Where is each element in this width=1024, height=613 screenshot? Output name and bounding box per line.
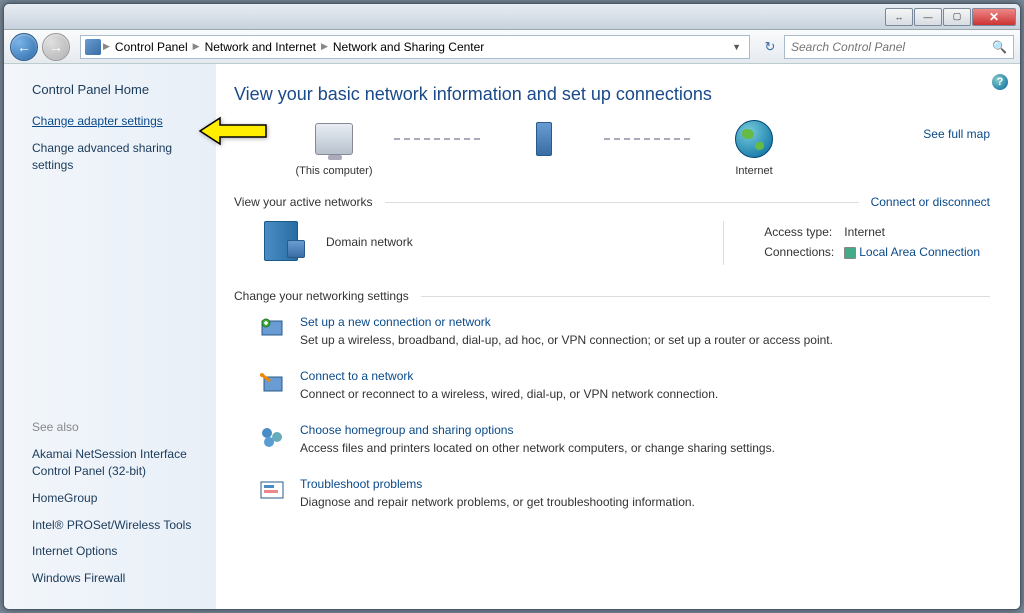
node-label: (This computer) (295, 165, 372, 177)
chevron-right-icon: ▶ (193, 41, 200, 52)
connection-line-icon (604, 138, 694, 140)
network-node-gateway[interactable] (484, 119, 604, 177)
network-map: (This computer) Internet See full map (274, 119, 990, 177)
content: Control Panel Home Change adapter settin… (4, 64, 1020, 609)
network-node-internet[interactable]: Internet (694, 119, 814, 177)
divider (421, 296, 990, 297)
control-panel-home-link[interactable]: Control Panel Home (32, 82, 204, 97)
breadcrumb-dropdown-icon[interactable]: ▼ (728, 42, 745, 52)
task-link[interactable]: Choose homegroup and sharing options (300, 423, 775, 437)
see-also-link[interactable]: Intel® PROSet/Wireless Tools (32, 517, 204, 534)
window: ↔ — ▢ ✕ ← → ▶ Control Panel ▶ Network an… (3, 3, 1021, 610)
access-type-label: Access type: (764, 223, 842, 241)
network-details: Access type: Internet Connections: Local… (762, 221, 990, 265)
section-label: Change your networking settings (234, 289, 409, 303)
section-change-settings: Change your networking settings (234, 289, 990, 303)
connect-disconnect-link[interactable]: Connect or disconnect (871, 195, 990, 209)
task-description: Diagnose and repair network problems, or… (300, 495, 695, 509)
breadcrumb[interactable]: ▶ Control Panel ▶ Network and Internet ▶… (80, 35, 750, 59)
task-homegroup[interactable]: Choose homegroup and sharing options Acc… (258, 423, 990, 455)
change-adapter-settings-link[interactable]: Change adapter settings (32, 113, 204, 130)
domain-network-icon (264, 221, 298, 261)
back-button[interactable]: ← (10, 33, 38, 61)
chevron-right-icon: ▶ (321, 41, 328, 52)
router-icon (536, 122, 552, 156)
breadcrumb-item[interactable]: Control Panel (112, 40, 191, 54)
task-link[interactable]: Set up a new connection or network (300, 315, 833, 329)
forward-button[interactable]: → (42, 33, 70, 61)
see-also-link[interactable]: Windows Firewall (32, 570, 204, 587)
connections-label: Connections: (764, 243, 842, 261)
titlebar: ↔ — ▢ ✕ (4, 4, 1020, 30)
task-link[interactable]: Troubleshoot problems (300, 477, 695, 491)
see-also-link[interactable]: HomeGroup (32, 490, 204, 507)
task-description: Access files and printers located on oth… (300, 441, 775, 455)
divider (723, 221, 724, 265)
control-panel-icon (85, 39, 101, 55)
breadcrumb-item[interactable]: Network and Sharing Center (330, 40, 487, 54)
task-link[interactable]: Connect to a network (300, 369, 718, 383)
sidebar: Control Panel Home Change adapter settin… (4, 64, 216, 609)
search-input[interactable] (791, 40, 992, 54)
see-also-label: See also (32, 420, 204, 434)
chevron-right-icon: ▶ (103, 41, 110, 52)
homegroup-icon (258, 423, 286, 451)
troubleshoot-icon (258, 477, 286, 505)
connection-line-icon (394, 138, 484, 140)
network-node-computer[interactable]: (This computer) (274, 119, 394, 177)
connection-link[interactable]: Local Area Connection (859, 245, 980, 259)
page-title: View your basic network information and … (234, 84, 990, 105)
help-icon[interactable]: ? (992, 74, 1008, 90)
close-button[interactable]: ✕ (972, 8, 1016, 26)
node-label (542, 165, 545, 177)
search-icon[interactable]: 🔍 (992, 40, 1007, 54)
globe-icon (735, 120, 773, 158)
see-also-link[interactable]: Akamai NetSession Interface Control Pane… (32, 446, 204, 480)
task-setup-connection[interactable]: Set up a new connection or network Set u… (258, 315, 990, 347)
see-also-link[interactable]: Internet Options (32, 543, 204, 560)
refresh-button[interactable]: ↻ (760, 37, 780, 57)
connect-network-icon (258, 369, 286, 397)
navbar: ← → ▶ Control Panel ▶ Network and Intern… (4, 30, 1020, 64)
network-name[interactable]: Domain network (326, 235, 685, 265)
active-network-row: Domain network Access type: Internet Con… (264, 221, 990, 265)
section-active-networks: View your active networks Connect or dis… (234, 195, 990, 209)
maximize-button[interactable]: ▢ (943, 8, 971, 26)
ethernet-icon (844, 247, 856, 259)
divider (385, 202, 859, 203)
section-label: View your active networks (234, 195, 373, 209)
breadcrumb-item[interactable]: Network and Internet (202, 40, 319, 54)
computer-icon (315, 123, 353, 155)
task-troubleshoot[interactable]: Troubleshoot problems Diagnose and repai… (258, 477, 990, 509)
minimize-button[interactable]: — (914, 8, 942, 26)
see-full-map-link[interactable]: See full map (923, 127, 990, 141)
task-connect-network[interactable]: Connect to a network Connect or reconnec… (258, 369, 990, 401)
setup-connection-icon (258, 315, 286, 343)
node-label: Internet (735, 165, 772, 177)
titlebar-unknown-button[interactable]: ↔ (885, 8, 913, 26)
change-advanced-sharing-link[interactable]: Change advanced sharing settings (32, 140, 204, 174)
access-type-value: Internet (844, 223, 988, 241)
search-box[interactable]: 🔍 (784, 35, 1014, 59)
task-description: Connect or reconnect to a wireless, wire… (300, 387, 718, 401)
task-description: Set up a wireless, broadband, dial-up, a… (300, 333, 833, 347)
main-panel: ? View your basic network information an… (216, 64, 1020, 609)
